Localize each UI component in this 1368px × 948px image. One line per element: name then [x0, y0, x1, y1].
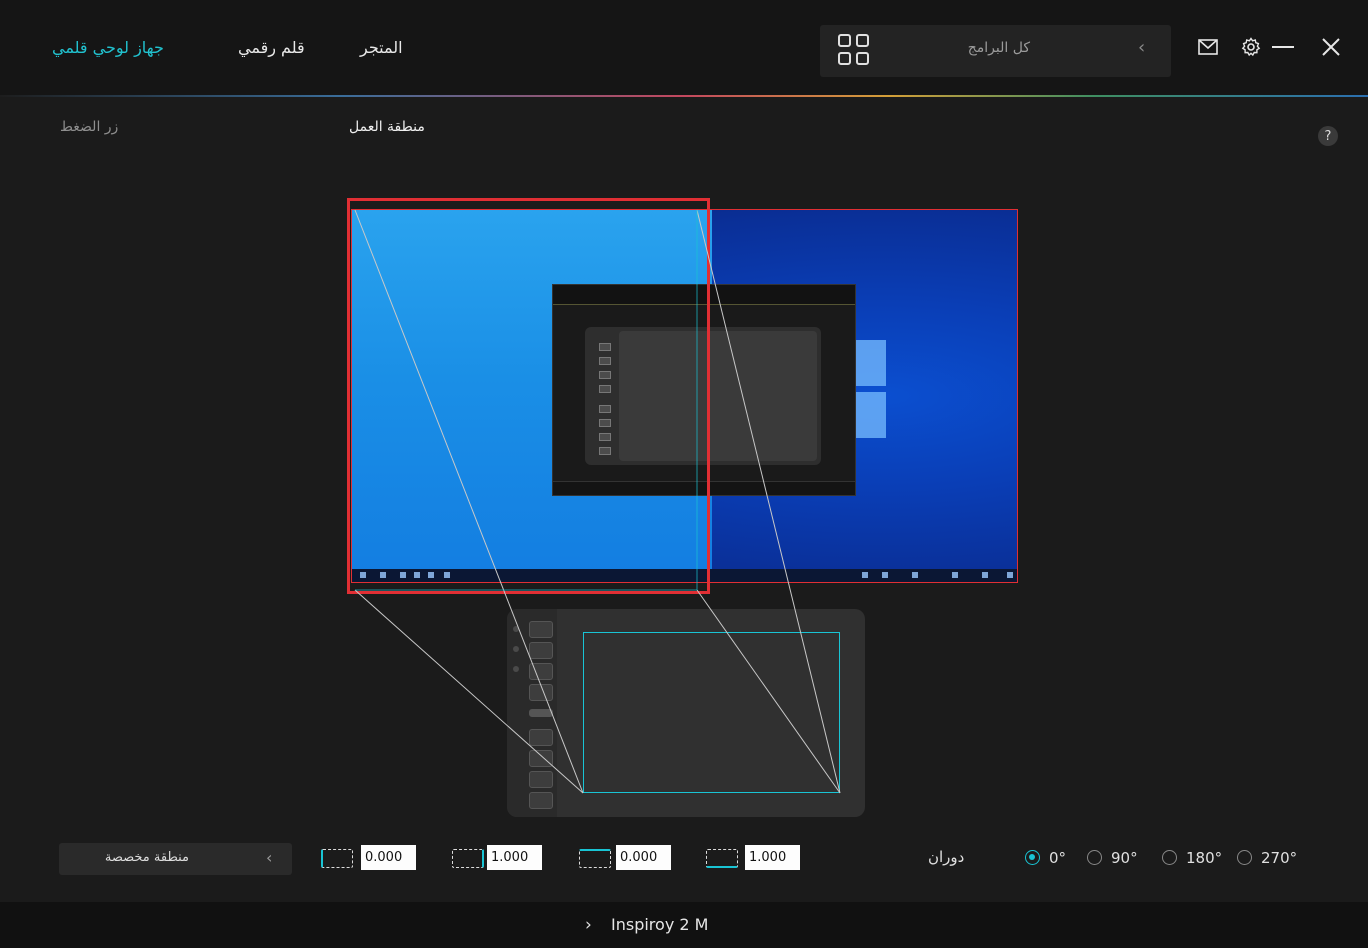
tablet-key [529, 729, 553, 746]
rotation-radio-0[interactable] [1025, 850, 1040, 865]
rotation-radio-180[interactable] [1162, 850, 1177, 865]
rotation-radio-90[interactable] [1087, 850, 1102, 865]
top-edge-icon [579, 849, 611, 868]
tablet-key [529, 771, 553, 788]
tablet-key [529, 750, 553, 767]
right-edge-icon [452, 849, 484, 868]
rotation-option-270[interactable]: 270° [1261, 849, 1297, 867]
rotation-option-90[interactable]: 90° [1111, 849, 1138, 867]
left-edge-icon [321, 849, 353, 868]
rotation-label: دوران [928, 848, 965, 866]
device-footer: › Inspiroy 2 M [0, 902, 1368, 948]
top-bar: جهاز لوحي قلمي قلم رقمي المتجر كل البرام… [0, 0, 1368, 96]
brand-gradient-divider [0, 95, 1368, 97]
tablet-key [529, 621, 553, 638]
chevron-right-icon[interactable]: › [585, 915, 592, 935]
rotation-option-180[interactable]: 180° [1186, 849, 1222, 867]
nav-pen-tablet[interactable]: جهاز لوحي قلمي [52, 38, 164, 57]
mapped-screen-area[interactable] [347, 198, 710, 594]
nav-store[interactable]: المتجر [360, 38, 403, 57]
minimize-icon[interactable] [1270, 34, 1296, 60]
area-top-input[interactable] [616, 845, 671, 870]
chevron-left-icon[interactable]: ‹ [1138, 37, 1145, 58]
tab-work-area[interactable]: منطقة العمل [349, 119, 425, 135]
area-right-input[interactable] [487, 845, 542, 870]
tablet-key [529, 709, 553, 717]
tab-press-keys[interactable]: زر الضغط [60, 119, 118, 135]
windows-logo-icon [856, 340, 886, 440]
rotation-option-0[interactable]: 0° [1049, 849, 1066, 867]
apps-grid-icon[interactable] [838, 34, 872, 68]
mail-icon[interactable] [1195, 34, 1221, 60]
tablet-key [529, 792, 553, 809]
area-left-input[interactable] [361, 845, 416, 870]
chevron-left-icon: ‹ [266, 848, 273, 867]
area-preset-select[interactable]: ‹ منطقة مخصصة [59, 843, 292, 875]
bottom-edge-icon [706, 849, 738, 868]
gear-icon[interactable] [1238, 34, 1264, 60]
tablet-key [529, 663, 553, 680]
nav-digital-pen[interactable]: قلم رقمي [238, 38, 305, 57]
rotation-radio-270[interactable] [1237, 850, 1252, 865]
app-filter-label: كل البرامج [967, 40, 1030, 56]
close-icon[interactable] [1318, 34, 1344, 60]
device-name[interactable]: Inspiroy 2 M [611, 915, 708, 934]
help-button[interactable]: ? [1318, 126, 1338, 146]
tablet-key [529, 684, 553, 701]
area-bottom-input[interactable] [745, 845, 800, 870]
tablet-key [529, 642, 553, 659]
area-preset-value: منطقة مخصصة [104, 850, 189, 865]
tablet-active-area[interactable] [583, 632, 840, 793]
